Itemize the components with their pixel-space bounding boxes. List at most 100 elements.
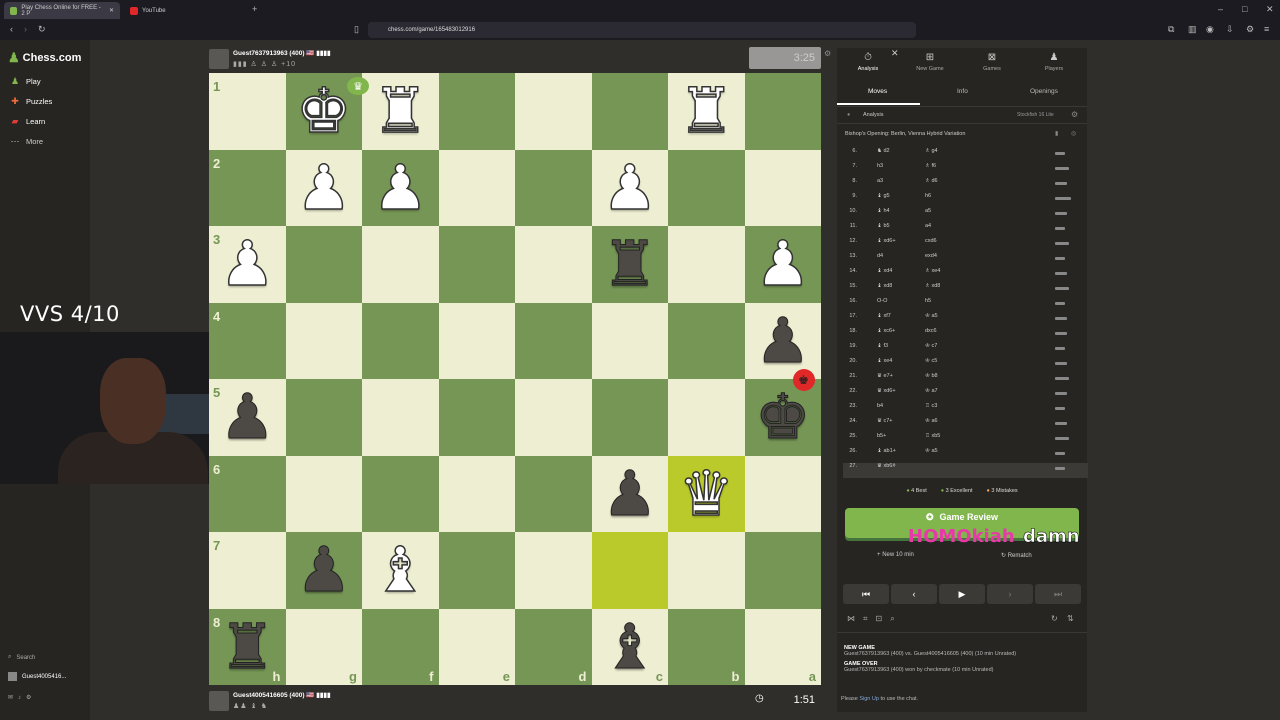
board-square[interactable] [668, 379, 745, 456]
board-square[interactable] [591, 532, 668, 609]
board-square[interactable] [438, 455, 515, 532]
black-move[interactable]: ♖ xb5 [925, 433, 940, 439]
board-square[interactable]: d [515, 608, 592, 685]
board-square[interactable] [438, 149, 515, 226]
white-move[interactable]: ♝ ab1+ [877, 448, 896, 454]
board-square[interactable]: 7 [209, 532, 286, 609]
white-piece[interactable]: ♟ [209, 226, 286, 303]
chess-logo[interactable]: ♟ Chess.com [8, 50, 81, 66]
board-square[interactable] [515, 73, 592, 150]
board-square[interactable] [591, 73, 668, 150]
black-move[interactable]: h6 [925, 193, 931, 199]
tab-chess[interactable]: Play Chess Online for FREE - 2 P ✕ [4, 2, 120, 19]
sign-up-link[interactable]: Sign Up [859, 696, 879, 702]
board-square[interactable]: 2 [209, 149, 286, 226]
new-tab-icon[interactable]: + [252, 4, 257, 14]
sidebar-user[interactable]: Guest4005416... [8, 672, 66, 681]
board-square[interactable] [438, 379, 515, 456]
black-piece[interactable]: ♟ [745, 303, 822, 380]
downloads-icon[interactable]: ⇩ [1226, 24, 1234, 34]
black-move[interactable]: ♗ xd8 [925, 283, 940, 289]
white-move[interactable]: ♞ d2 [877, 148, 890, 154]
tab-new-game[interactable]: ⊞ New Game [905, 52, 955, 72]
board-square[interactable] [438, 226, 515, 303]
white-move[interactable]: ♝ f3 [877, 343, 888, 349]
tab-youtube[interactable]: YouTube [124, 2, 234, 19]
tab-openings[interactable]: Openings [1030, 88, 1058, 95]
move-row[interactable]: 13. d4 exd4 [843, 253, 1088, 268]
book-icon[interactable]: ▮ [1055, 130, 1058, 137]
board-square[interactable] [362, 226, 439, 303]
board-square[interactable] [285, 226, 362, 303]
forward-icon[interactable]: › [24, 24, 27, 34]
board-square[interactable] [515, 226, 592, 303]
sidebar-item-more[interactable]: ⋯ More [10, 136, 44, 147]
address-bar[interactable]: chess.com/game/165483012916 [368, 22, 916, 38]
board-square[interactable] [515, 302, 592, 379]
notifications-icon[interactable]: ♪ [18, 695, 21, 701]
white-move[interactable]: ♝ xd8 [877, 283, 892, 289]
move-row[interactable]: 9. ♝ g5 h6 [843, 193, 1088, 208]
move-row[interactable]: 11. ♝ b5 a4 [843, 223, 1088, 238]
black-piece[interactable]: ♜ [592, 226, 669, 303]
board-square[interactable] [362, 379, 439, 456]
gear-icon[interactable]: ⚙ [26, 694, 31, 701]
white-move[interactable]: b5+ [877, 433, 886, 439]
tab-moves[interactable]: Moves [868, 88, 887, 95]
black-move[interactable]: exd4 [925, 253, 937, 259]
window-close-icon[interactable]: ✕ [1266, 4, 1274, 14]
white-piece[interactable]: ♟ [286, 150, 363, 227]
move-row[interactable]: 10. ♝ h4 a5 [843, 208, 1088, 223]
board-square[interactable]: 1 [209, 73, 286, 150]
white-piece[interactable]: ♜ [362, 73, 439, 150]
black-move[interactable]: ♔ a6 [925, 418, 938, 424]
white-move[interactable]: O-O [877, 298, 887, 304]
board-square[interactable] [591, 302, 668, 379]
board-square[interactable] [285, 455, 362, 532]
black-piece[interactable]: ♝ [592, 609, 669, 686]
toggle-icon[interactable]: ● [847, 112, 850, 118]
move-row[interactable]: 15. ♝ xd8 ♗ xd8 [843, 283, 1088, 298]
play-button[interactable]: ▶ [939, 584, 985, 604]
sidebar-search[interactable]: ⌕ Search [8, 654, 35, 661]
move-row[interactable]: 16. O-O h5 [843, 298, 1088, 313]
board-square[interactable] [438, 302, 515, 379]
gear-icon[interactable]: ⚙ [1071, 110, 1078, 119]
black-piece[interactable]: ♚ [745, 379, 822, 456]
black-move[interactable]: a4 [925, 223, 931, 229]
player-name[interactable]: Guest4005416605 (400) 🇺🇸 ▮▮▮▮ [233, 691, 331, 699]
tab-players[interactable]: ♟ Players [1029, 52, 1079, 72]
prev-move-button[interactable]: ‹ [891, 584, 937, 604]
analyze-icon[interactable]: ⌗ [863, 614, 868, 624]
board-square[interactable]: b [668, 608, 745, 685]
white-piece[interactable]: ♜ [668, 73, 745, 150]
white-move[interactable]: ♝ xd6+ [877, 238, 896, 244]
white-move[interactable]: a3 [877, 178, 883, 184]
board-square[interactable] [515, 149, 592, 226]
board-square[interactable] [515, 532, 592, 609]
minimize-icon[interactable]: – [1218, 4, 1223, 14]
board-square[interactable]: g [285, 608, 362, 685]
board-square[interactable] [362, 455, 439, 532]
rematch-button[interactable]: ↻ Rematch [1001, 552, 1032, 559]
white-move[interactable]: d4 [877, 253, 883, 259]
board-square[interactable] [591, 379, 668, 456]
black-move[interactable]: ♖ c3 [925, 403, 937, 409]
black-piece[interactable]: ♜ [209, 609, 286, 686]
board-square[interactable] [438, 73, 515, 150]
white-piece[interactable]: ♟ [745, 226, 822, 303]
white-move[interactable]: b4 [877, 403, 883, 409]
zoom-icon[interactable]: ⌕ [890, 614, 894, 624]
black-piece[interactable]: ♟ [209, 379, 286, 456]
black-piece[interactable]: ♟ [592, 456, 669, 533]
sidebar-icon[interactable]: ▥ [1188, 24, 1197, 34]
sidebar-item-learn[interactable]: ▰ Learn [10, 116, 46, 127]
move-row[interactable]: 8. a3 ♗ d6 [843, 178, 1088, 193]
black-move[interactable]: ♗ g4 [925, 148, 938, 154]
last-move-button[interactable]: ⏭ [1035, 584, 1081, 604]
share-icon[interactable]: ⋈ [847, 614, 855, 624]
first-move-button[interactable]: ⏮ [843, 584, 889, 604]
flip-board-icon[interactable]: ⇅ [1067, 614, 1074, 623]
board-square[interactable] [438, 532, 515, 609]
info-icon[interactable]: ◎ [1071, 130, 1076, 137]
